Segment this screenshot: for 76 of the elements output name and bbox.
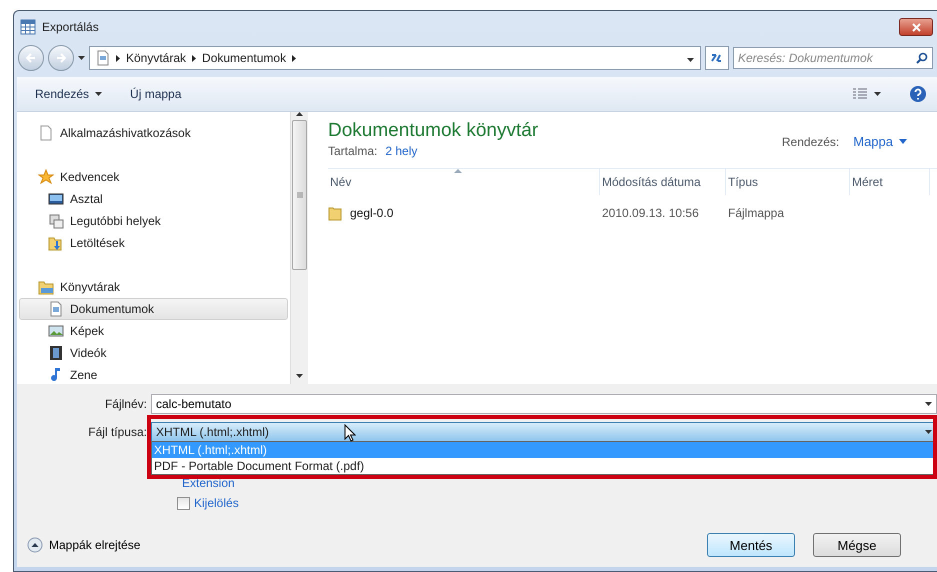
document-icon xyxy=(48,301,64,317)
column-header[interactable]: Név xyxy=(328,169,600,195)
close-button[interactable] xyxy=(899,18,933,36)
caret-icon xyxy=(78,56,85,60)
document-icon xyxy=(96,50,110,66)
hide-folders-button[interactable]: Mappák elrejtése xyxy=(27,537,140,553)
back-button[interactable] xyxy=(18,45,44,71)
column-header[interactable]: Módosítás dátuma xyxy=(600,169,726,195)
file-type-label: Fájl típusa: xyxy=(87,425,148,439)
scroll-down-icon xyxy=(296,374,303,378)
address-bar[interactable]: Könyvtárak Dokumentumok xyxy=(89,46,701,70)
file-type-option[interactable]: PDF - Portable Document Format (.pdf) xyxy=(152,458,936,474)
sort-arrow-icon xyxy=(454,169,462,173)
help-icon[interactable] xyxy=(909,85,927,103)
sidebar-item[interactable]: Képek xyxy=(19,320,288,342)
forward-button[interactable] xyxy=(48,45,74,71)
download-folder-icon xyxy=(48,235,64,251)
locations-link[interactable]: 2 hely xyxy=(385,144,418,158)
filename-field[interactable]: calc-bemutato xyxy=(151,394,937,414)
file-name[interactable]: gegl-0.0 xyxy=(350,206,394,220)
search-field[interactable]: Keresés: Dokumentumok xyxy=(733,47,933,69)
recent-places-icon xyxy=(48,213,64,229)
picture-icon xyxy=(48,323,64,339)
dropdown-caret-icon xyxy=(925,430,932,434)
monitor-icon xyxy=(48,191,64,207)
document-icon xyxy=(38,125,54,141)
forward-arrow-icon xyxy=(56,53,66,63)
chevron-icon xyxy=(292,54,296,62)
folder-icon xyxy=(328,205,342,221)
caret-icon xyxy=(899,139,907,144)
selection-checkbox[interactable] xyxy=(177,496,190,510)
arrange-dropdown[interactable]: Mappa xyxy=(853,134,907,149)
refresh-arrows-icon xyxy=(710,52,724,64)
sidebar-item[interactable]: Könyvtárak xyxy=(19,276,288,298)
extension-link[interactable]: Extension xyxy=(182,476,937,490)
contains-label: Tartalma: xyxy=(328,144,378,158)
breadcrumb[interactable]: Könyvtárak xyxy=(126,51,186,65)
chevron-icon xyxy=(116,54,120,62)
back-arrow-icon xyxy=(26,53,36,63)
grip-icon xyxy=(296,192,302,198)
scrollbar[interactable] xyxy=(290,112,308,384)
library-title: Dokumentumok könyvtár xyxy=(328,120,538,142)
sidebar-item[interactable]: Asztal xyxy=(19,188,288,210)
sidebar-item[interactable]: Dokumentumok xyxy=(19,298,288,320)
column-header[interactable]: Típus xyxy=(726,169,850,195)
dropdown-caret-icon xyxy=(925,402,932,406)
filename-label: Fájlnév: xyxy=(104,397,148,411)
column-header[interactable]: Méret xyxy=(850,169,930,195)
library-folder-icon xyxy=(38,279,54,295)
refresh-button[interactable] xyxy=(705,46,729,70)
sidebar-item[interactable]: Zene xyxy=(19,364,288,386)
toolbar-button[interactable]: Új mappa xyxy=(122,83,190,105)
sidebar-item[interactable]: Videók xyxy=(19,342,288,364)
caret-icon xyxy=(874,92,881,96)
chevron-icon xyxy=(192,54,196,62)
search-icon xyxy=(916,52,928,64)
toolbar-button[interactable]: Rendezés xyxy=(27,83,110,105)
dialog-button[interactable]: Mentés xyxy=(707,533,795,557)
dialog-button[interactable]: Mégse xyxy=(813,533,901,557)
arrange-label: Rendezés: xyxy=(782,134,840,148)
dropdown-caret-icon xyxy=(687,58,694,62)
window-title: Exportálás xyxy=(42,20,99,34)
close-icon xyxy=(912,22,920,32)
sidebar-item[interactable]: Letöltések xyxy=(19,232,288,254)
star-icon xyxy=(38,169,54,185)
sidebar-item[interactable]: Legutóbbi helyek xyxy=(19,210,288,232)
file-type: Fájlmappa xyxy=(727,206,786,220)
sidebar-item[interactable]: Kedvencek xyxy=(19,166,288,188)
checkbox-label: Kijelölés xyxy=(194,496,239,510)
breadcrumb[interactable]: Dokumentumok xyxy=(202,51,286,65)
sidebar-item[interactable]: Alkalmazáshivatkozások xyxy=(19,122,288,144)
list-view-icon xyxy=(852,88,868,100)
modified-date: 2010.09.13. 10:56 xyxy=(601,206,700,220)
film-icon xyxy=(48,345,64,361)
caret-icon xyxy=(95,92,102,96)
spreadsheet-icon xyxy=(20,19,36,35)
